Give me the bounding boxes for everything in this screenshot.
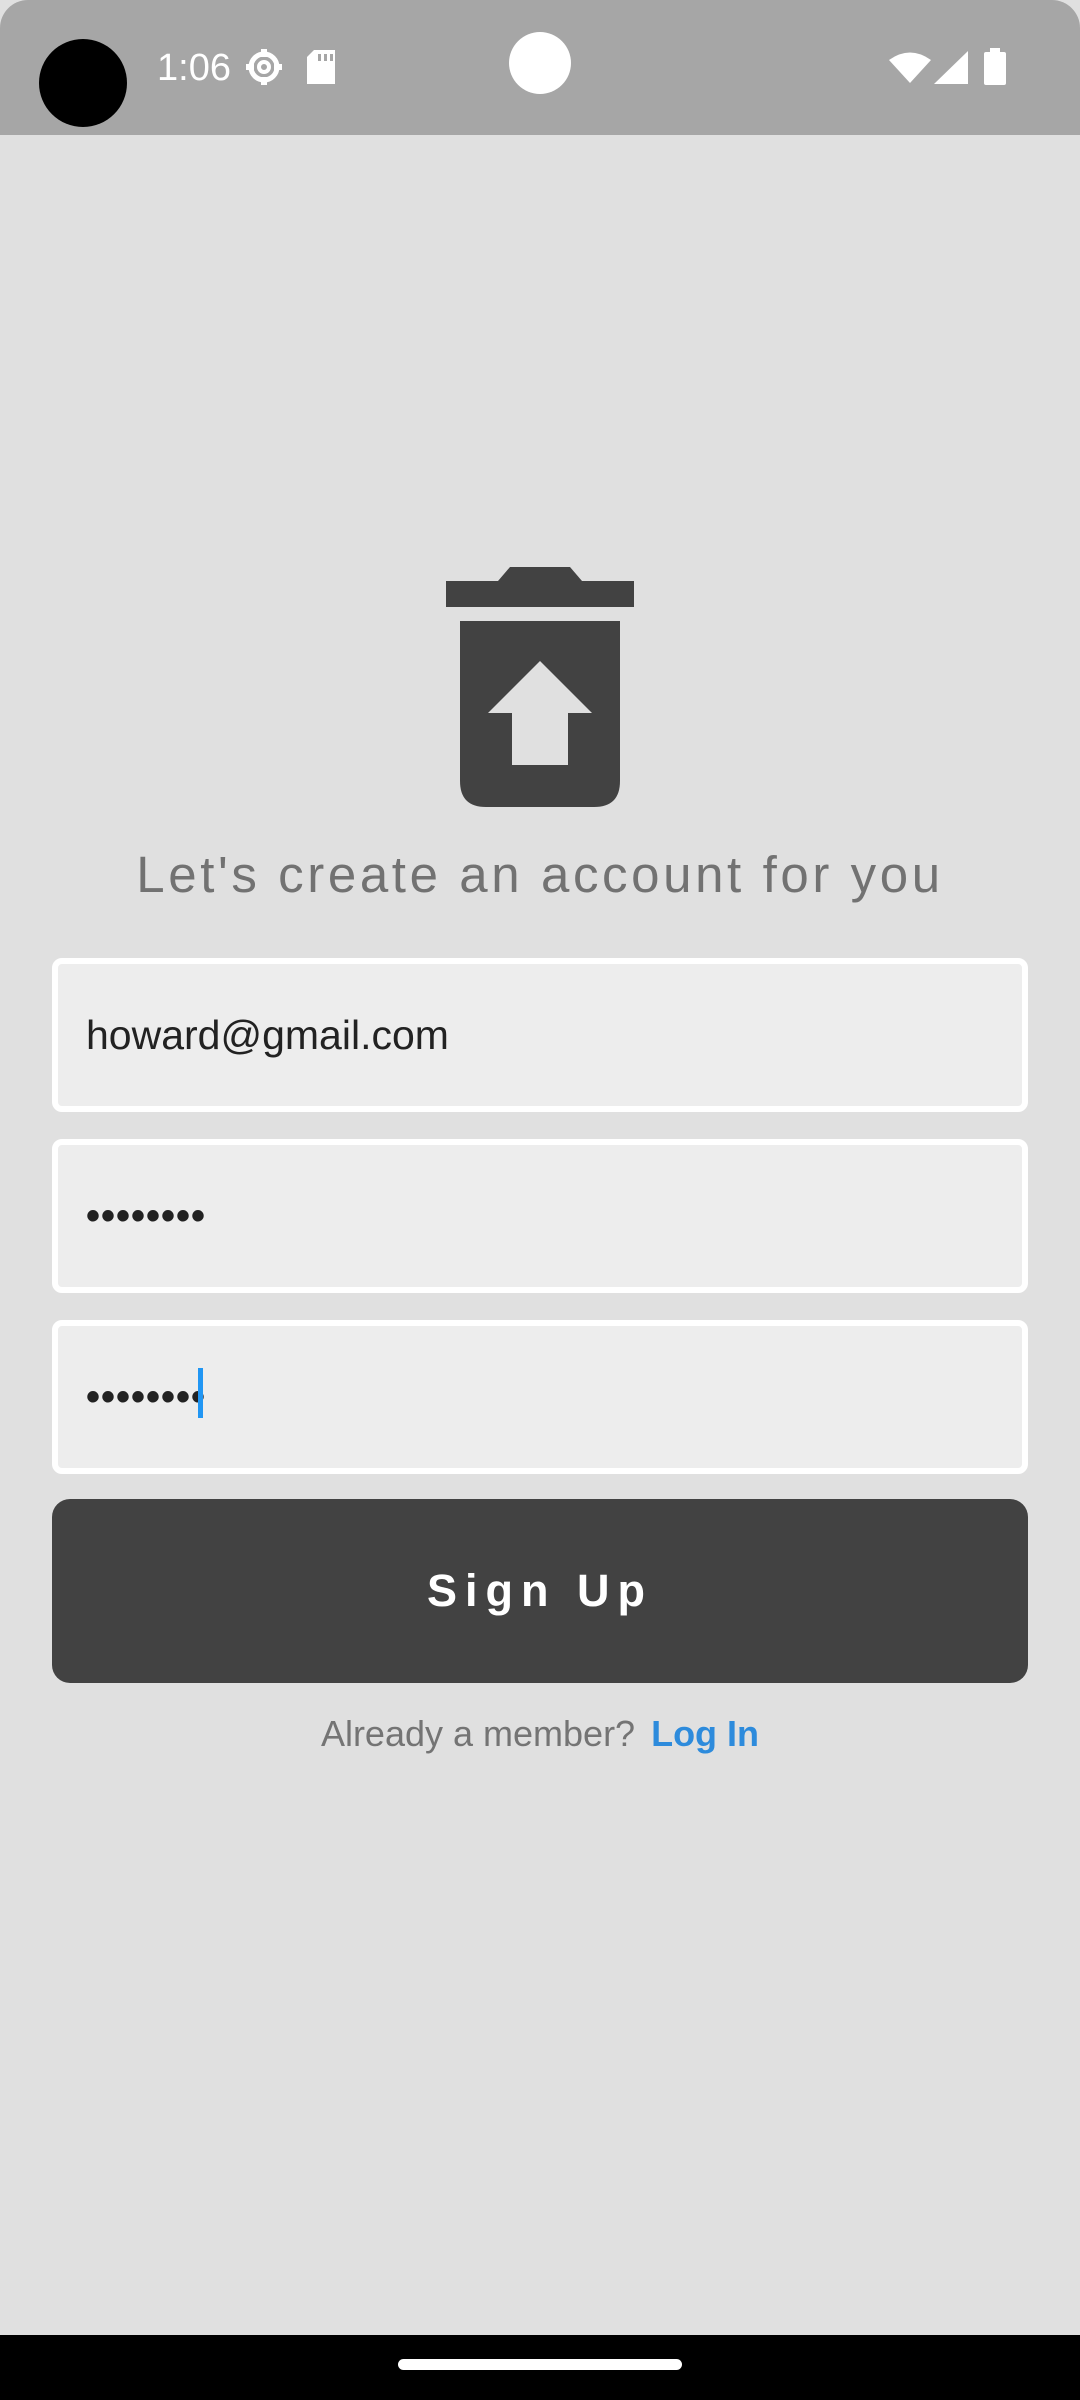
confirm-password-value: •••••••• — [86, 1375, 207, 1419]
navigation-bar — [0, 2335, 1080, 2400]
text-cursor — [198, 1368, 203, 1418]
notification-dot — [509, 32, 571, 94]
battery-icon — [984, 48, 1006, 85]
password-value: •••••••• — [86, 1194, 207, 1238]
email-value: howard@gmail.com — [86, 1012, 449, 1058]
status-bar: 1:06 — [0, 0, 1080, 135]
settings-icon — [246, 49, 282, 85]
trash-restore-icon — [446, 567, 634, 807]
status-time: 1:06 — [157, 47, 231, 89]
password-field[interactable]: •••••••• — [52, 1139, 1028, 1293]
signup-screen: Let's create an account for you howard@g… — [0, 135, 1080, 2335]
login-prompt: Already a member? Log In — [0, 1709, 1080, 1759]
cellular-signal-icon — [934, 51, 968, 84]
already-member-text: Already a member? — [320, 1713, 636, 1754]
page-title: Let's create an account for you — [136, 846, 944, 903]
signup-button[interactable]: Sign Up — [52, 1499, 1028, 1683]
login-link[interactable]: Log In — [651, 1713, 759, 1754]
sd-card-icon — [307, 50, 335, 84]
camera-cutout — [39, 39, 127, 127]
confirm-password-field[interactable]: •••••••• — [52, 1320, 1028, 1474]
email-field[interactable]: howard@gmail.com — [52, 958, 1028, 1112]
home-indicator[interactable] — [398, 2359, 682, 2370]
wifi-icon — [889, 52, 931, 83]
